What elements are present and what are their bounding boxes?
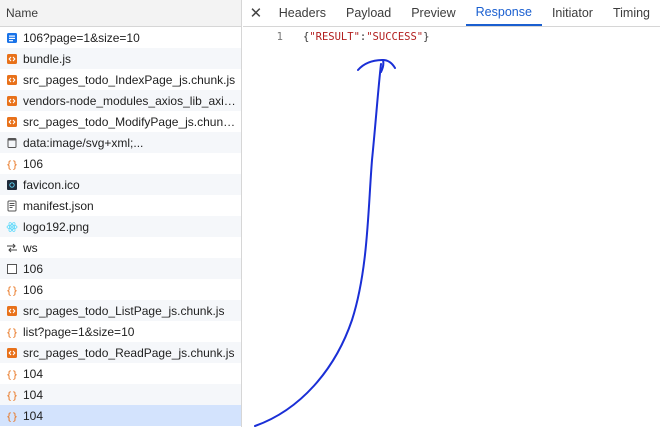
request-row[interactable]: {} 104	[0, 384, 241, 405]
request-name: src_pages_todo_ModifyPage_js.chunk.js	[23, 114, 241, 129]
tab-preview[interactable]: Preview	[401, 0, 465, 26]
react-logo-icon	[6, 221, 18, 233]
request-name: src_pages_todo_ReadPage_js.chunk.js	[23, 345, 235, 360]
response-body[interactable]: {"RESULT":"SUCCESS"}	[303, 31, 429, 43]
request-row[interactable]: favicon.ico	[0, 174, 241, 195]
request-name: 106	[23, 261, 44, 276]
request-row[interactable]: src_pages_todo_IndexPage_js.chunk.js	[0, 69, 241, 90]
fetch-icon: {}	[6, 284, 18, 296]
svg-text:{}: {}	[6, 391, 18, 401]
script-icon	[6, 53, 18, 65]
fetch-icon: {}	[6, 368, 18, 380]
script-icon	[6, 305, 18, 317]
request-name: 106	[23, 282, 44, 297]
request-row[interactable]: logo192.png	[0, 216, 241, 237]
fetch-icon: {}	[6, 389, 18, 401]
request-row[interactable]: bundle.js	[0, 48, 241, 69]
request-name: 104	[23, 408, 44, 423]
svg-text:{}: {}	[6, 286, 18, 296]
request-row[interactable]: data:image/svg+xml;...	[0, 132, 241, 153]
request-row[interactable]: ws	[0, 237, 241, 258]
script-icon	[6, 74, 18, 86]
request-row[interactable]: src_pages_todo_ReadPage_js.chunk.js	[0, 342, 241, 363]
request-name: src_pages_todo_IndexPage_js.chunk.js	[23, 72, 236, 87]
request-list-panel: Name 106?page=1&size=10 bundle.js src_page…	[0, 0, 242, 427]
request-name: logo192.png	[23, 219, 90, 234]
svg-text:{}: {}	[6, 370, 18, 380]
request-row[interactable]: src_pages_todo_ModifyPage_js.chunk.js	[0, 111, 241, 132]
manifest-icon	[6, 200, 18, 212]
request-row[interactable]: {} list?page=1&size=10	[0, 321, 241, 342]
request-row[interactable]: {} 106	[0, 153, 241, 174]
line-number: 1	[276, 31, 283, 43]
request-row[interactable]: vendors-node_modules_axios_lib_axios...	[0, 90, 241, 111]
script-icon	[6, 95, 18, 107]
request-name: bundle.js	[23, 51, 72, 66]
script-icon	[6, 116, 18, 128]
tab-response[interactable]: Response	[465, 0, 542, 26]
request-row[interactable]: 106?page=1&size=10	[0, 27, 241, 48]
websocket-icon	[6, 242, 18, 254]
detail-tabbar: ✕ Headers Payload Preview Response Initi…	[243, 0, 660, 27]
svg-text:{}: {}	[6, 412, 18, 422]
request-row[interactable]: {} 106	[0, 279, 241, 300]
request-name: 106	[23, 156, 44, 171]
tab-initiator[interactable]: Initiator	[542, 0, 603, 26]
request-row[interactable]: {} 104	[0, 363, 241, 384]
request-name: manifest.json	[23, 198, 94, 213]
request-name: vendors-node_modules_axios_lib_axios...	[23, 93, 241, 108]
request-row[interactable]: src_pages_todo_ListPage_js.chunk.js	[0, 300, 241, 321]
fetch-icon: {}	[6, 326, 18, 338]
close-icon[interactable]: ✕	[243, 0, 269, 26]
tab-payload[interactable]: Payload	[336, 0, 401, 26]
request-row[interactable]: 106	[0, 258, 241, 279]
fetch-icon: {}	[6, 410, 18, 422]
request-name: 104	[23, 366, 44, 381]
name-column-header[interactable]: Name	[0, 0, 241, 27]
close-brace: }	[423, 31, 430, 43]
svg-text:{}: {}	[6, 328, 18, 338]
request-name: data:image/svg+xml;...	[23, 135, 144, 150]
request-name: favicon.ico	[23, 177, 80, 192]
request-detail-panel: ✕ Headers Payload Preview Response Initi…	[243, 0, 660, 427]
svg-text:{}: {}	[6, 160, 18, 170]
request-row[interactable]: manifest.json	[0, 195, 241, 216]
favicon-icon	[6, 179, 18, 191]
request-name: ws	[23, 240, 38, 255]
json-value: "SUCCESS"	[366, 31, 424, 43]
request-name: 106?page=1&size=10	[23, 30, 140, 45]
request-name: 104	[23, 387, 44, 402]
tab-timing[interactable]: Timing	[603, 0, 660, 26]
script-icon	[6, 347, 18, 359]
fetch-icon: {}	[6, 158, 18, 170]
request-list: 106?page=1&size=10 bundle.js src_pages_tod…	[0, 27, 241, 426]
json-key: "RESULT"	[309, 31, 360, 43]
file-icon	[6, 137, 18, 149]
document-icon	[6, 32, 18, 44]
blank-doc-icon	[6, 263, 18, 275]
request-name: list?page=1&size=10	[23, 324, 135, 339]
request-row[interactable]: {} 104	[0, 405, 241, 426]
response-viewer[interactable]: 1 {"RESULT":"SUCCESS"}	[243, 27, 660, 427]
request-name: src_pages_todo_ListPage_js.chunk.js	[23, 303, 225, 318]
tab-headers[interactable]: Headers	[269, 0, 336, 26]
response-line: 1 {"RESULT":"SUCCESS"}	[243, 27, 660, 47]
